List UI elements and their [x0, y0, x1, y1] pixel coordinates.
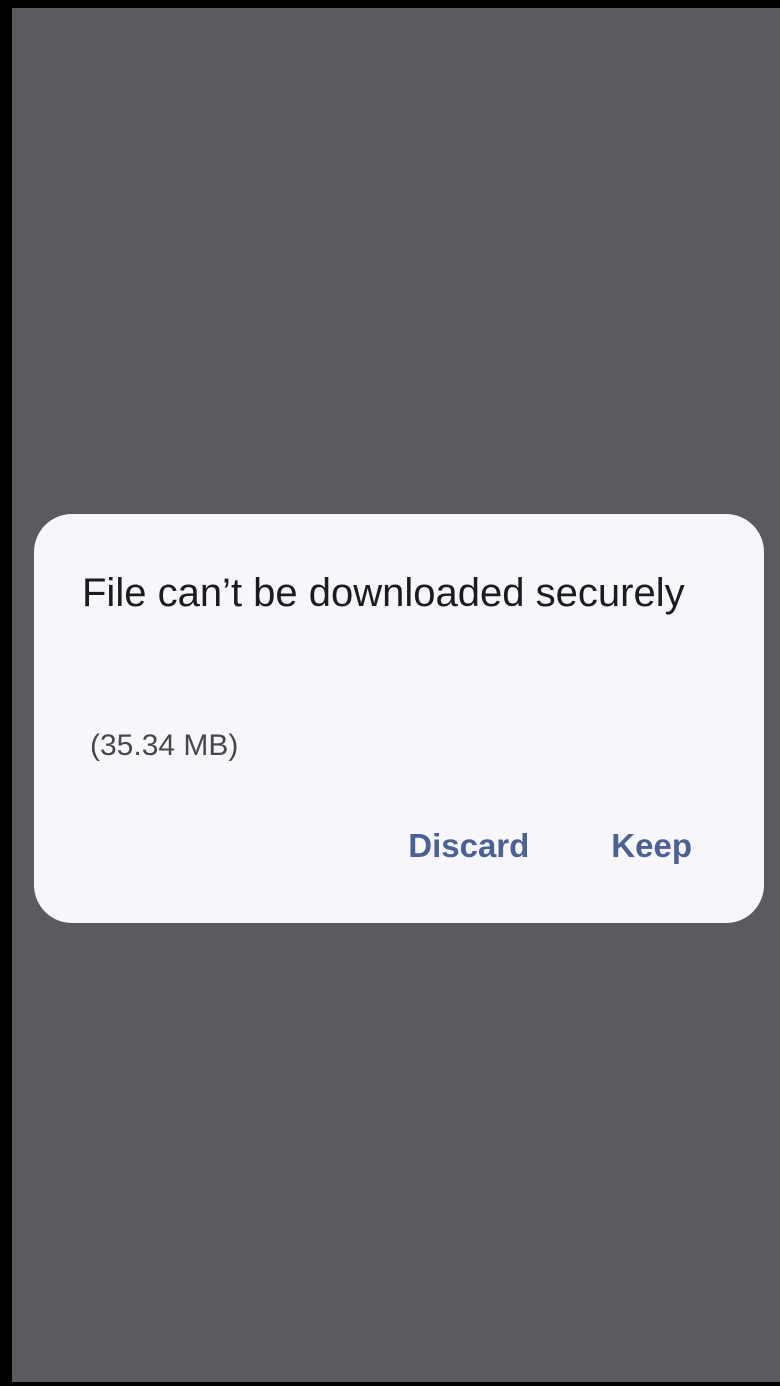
keep-button[interactable]: Keep: [611, 826, 692, 866]
dialog-actions: Discard Keep: [408, 826, 692, 866]
dimmed-screen-scrim[interactable]: File can’t be downloaded securely (35.34…: [12, 8, 780, 1382]
discard-button[interactable]: Discard: [408, 826, 529, 866]
file-size-label: (35.34 MB): [90, 729, 239, 762]
dialog-title: File can’t be downloaded securely: [82, 571, 685, 615]
download-warning-dialog: File can’t be downloaded securely (35.34…: [34, 514, 764, 923]
